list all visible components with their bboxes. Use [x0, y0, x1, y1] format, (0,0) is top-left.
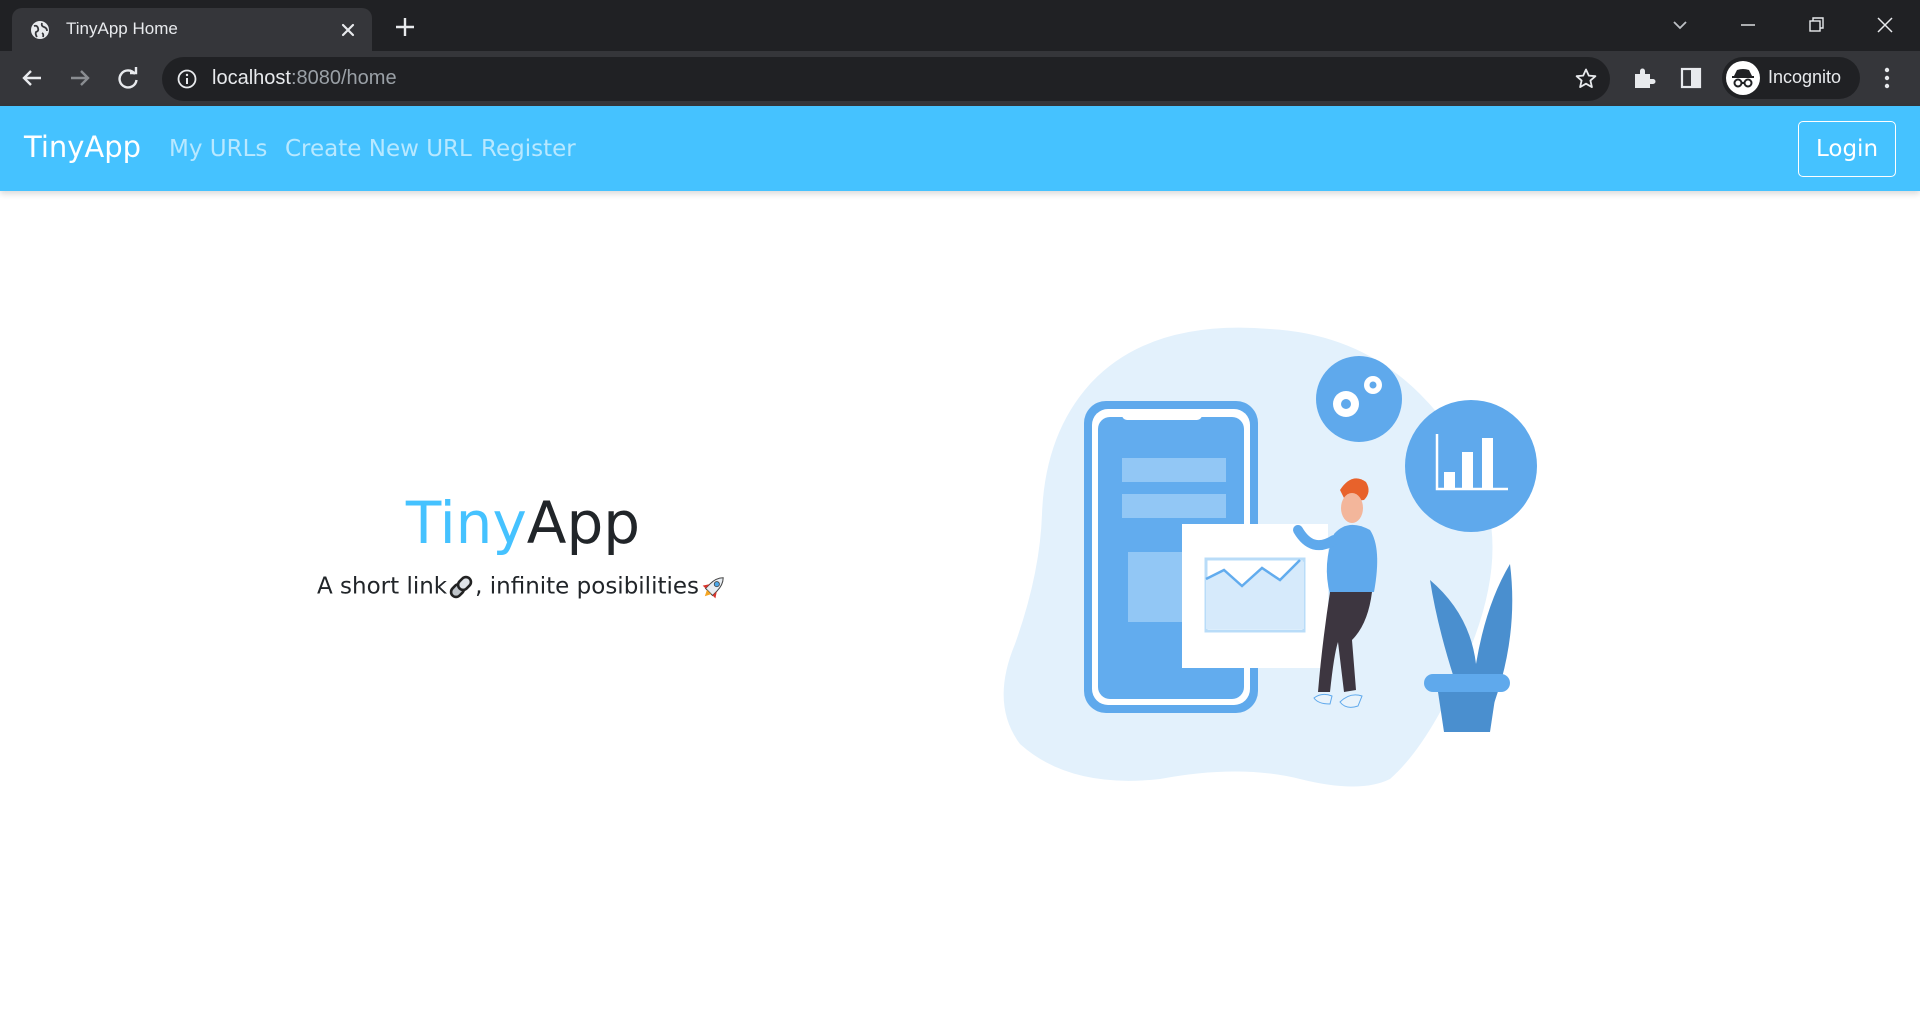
- puzzle-icon[interactable]: [1631, 65, 1657, 91]
- url-host: localhost: [212, 67, 291, 89]
- hero-title-rest: App: [526, 489, 641, 557]
- gears-badge: [1316, 356, 1402, 442]
- browser-toolbar: localhost:8080/home Incognito: [0, 51, 1920, 106]
- globe-icon: [31, 21, 49, 39]
- close-icon[interactable]: [338, 20, 358, 40]
- site-navbar: TinyApp My URLs Create New URL Register …: [0, 106, 1920, 191]
- plus-icon[interactable]: [390, 12, 420, 42]
- hero-title-accent: Tiny: [405, 489, 527, 557]
- url-text[interactable]: localhost:8080/home: [212, 67, 397, 90]
- window-close-icon[interactable]: [1870, 10, 1900, 40]
- back-arrow-icon[interactable]: [17, 63, 47, 93]
- nav-link-create-new-url[interactable]: Create New URL: [285, 136, 472, 162]
- hero-subtitle-part1: A short link: [316, 573, 448, 600]
- nav-link-my-urls[interactable]: My URLs: [169, 136, 267, 162]
- incognito-label: Incognito: [1768, 67, 1842, 87]
- forward-arrow-icon[interactable]: [65, 63, 95, 93]
- link-emoji-icon: [449, 575, 473, 599]
- hero-illustration: [1003, 327, 1537, 787]
- hero-subtitle-part2: , infinite posibilities: [475, 573, 700, 600]
- address-bar[interactable]: localhost:8080/home: [162, 57, 1610, 101]
- url-path: :8080/home: [290, 67, 397, 89]
- nav-link-register[interactable]: Register: [481, 136, 576, 162]
- reload-icon[interactable]: [113, 63, 143, 93]
- rocket-emoji-icon: [702, 577, 724, 599]
- browser-tabstrip: TinyApp Home: [0, 0, 1920, 51]
- minimize-icon[interactable]: [1733, 10, 1763, 40]
- kebab-menu-icon[interactable]: [1874, 65, 1900, 91]
- star-icon[interactable]: [1574, 67, 1598, 91]
- login-button[interactable]: Login: [1798, 121, 1896, 177]
- restore-icon[interactable]: [1801, 10, 1831, 40]
- hero-title: TinyApp: [0, 488, 1046, 558]
- side-panel-icon[interactable]: [1678, 65, 1704, 91]
- incognito-icon: [1726, 61, 1760, 95]
- browser-tab[interactable]: TinyApp Home: [12, 8, 372, 51]
- hero-subtitle: A short link , infinite posibilities: [0, 572, 1046, 602]
- tab-search-chevron-icon[interactable]: [1665, 10, 1695, 40]
- plant-pot: [1438, 692, 1496, 732]
- navbar-brand[interactable]: TinyApp: [24, 130, 141, 164]
- incognito-profile-chip[interactable]: Incognito: [1722, 57, 1860, 99]
- info-icon[interactable]: [176, 68, 198, 90]
- tab-title: TinyApp Home: [66, 19, 178, 38]
